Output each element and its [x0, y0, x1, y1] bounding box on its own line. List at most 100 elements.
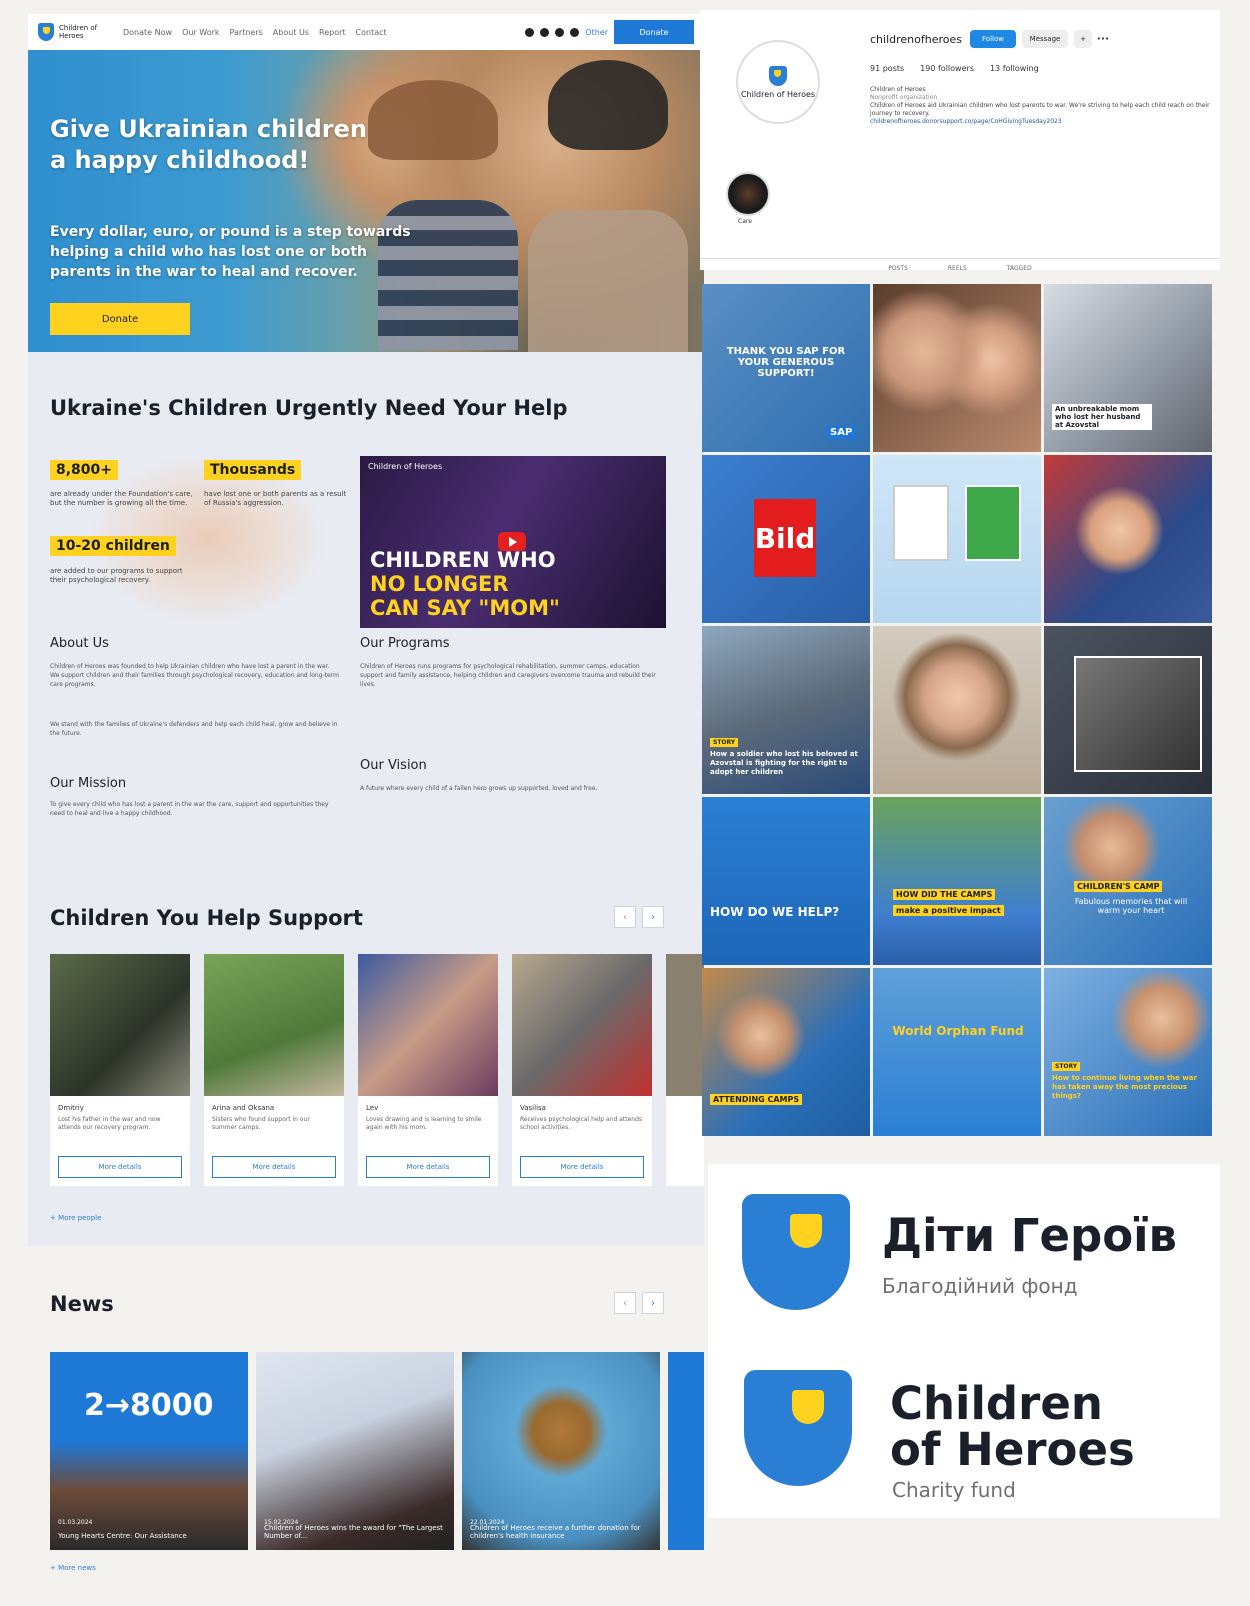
- archive-photo: [1074, 656, 1202, 772]
- ig-post[interactable]: [1044, 455, 1212, 623]
- hero-photo-girl: [528, 210, 688, 352]
- mission-text: To give every child who has lost a paren…: [50, 801, 329, 817]
- following-count[interactable]: 13 following: [990, 64, 1039, 73]
- post-caption: An unbreakable mom who lost her husband …: [1052, 404, 1152, 430]
- tab-reels[interactable]: REELS: [948, 265, 967, 272]
- youtube-icon[interactable]: [555, 27, 565, 37]
- urgent-title: Ukraine's Children Urgently Need Your He…: [50, 396, 568, 420]
- bio-category: Nonprofit organization: [870, 94, 938, 101]
- child-card: Dmitriy Lost his father in the war and n…: [50, 954, 190, 1186]
- followers-count[interactable]: 190 followers: [920, 64, 974, 73]
- stat-text: have lost one or both parents as a resul…: [204, 490, 347, 507]
- news-card-partial[interactable]: [668, 1352, 704, 1550]
- facebook-icon[interactable]: [525, 27, 535, 37]
- post-caption: HOW DO WE HELP?: [710, 905, 840, 919]
- photo-frame: [893, 485, 949, 561]
- news-title-text: Children of Heroes receive a further don…: [470, 1524, 641, 1540]
- post-caption: CHILDREN'S CAMP: [1074, 881, 1163, 892]
- ig-post[interactable]: STORY How a soldier who lost his beloved…: [702, 626, 870, 794]
- child-card: Vasilisa Receives psychological help and…: [512, 954, 652, 1186]
- mission-title: Our Mission: [50, 776, 127, 791]
- ig-post[interactable]: [873, 284, 1041, 452]
- ig-tabs: POSTS REELS TAGGED: [700, 258, 1220, 272]
- follow-button[interactable]: Follow: [970, 30, 1016, 48]
- support-title: Children You Help Support: [50, 906, 363, 930]
- ig-post[interactable]: Bild: [702, 455, 870, 623]
- child-name: Dmitriy: [58, 1104, 84, 1112]
- news-card[interactable]: 22.01.2024 Children of Heroes receive a …: [462, 1352, 660, 1550]
- ig-post[interactable]: STORY How to continue living when the wa…: [1044, 968, 1212, 1136]
- logo-en-subtitle: Charity fund: [892, 1478, 1016, 1502]
- vision-text: A future where every child of a fallen h…: [360, 785, 598, 792]
- ig-post[interactable]: ATTENDING CAMPS: [702, 968, 870, 1136]
- child-name: Vasilisa: [520, 1104, 546, 1112]
- tab-tagged[interactable]: TAGGED: [1007, 265, 1032, 272]
- about-text: Children of Heroes was founded to help U…: [50, 663, 339, 688]
- nav-link[interactable]: Report: [319, 28, 346, 37]
- nav-right: Other Donate: [525, 20, 694, 44]
- child-card: Lev Loves drawing and is learning to smi…: [358, 954, 498, 1186]
- post-caption: Fabulous memories that will warm your he…: [1074, 897, 1188, 915]
- bio-text: Children of Heroes aid Ukrainian childre…: [870, 102, 1210, 117]
- ig-post[interactable]: World Orphan Fund: [873, 968, 1041, 1136]
- more-details-button[interactable]: More details: [366, 1156, 490, 1178]
- nav-link[interactable]: Partners: [230, 28, 263, 37]
- news-title-text: Young Hearts Centre: Our Assistance: [58, 1532, 187, 1540]
- ig-post[interactable]: [873, 455, 1041, 623]
- next-arrow-icon[interactable]: ›: [642, 906, 664, 928]
- news-card[interactable]: 2→8000 01.03.2024 Young Hearts Centre: O…: [50, 1352, 248, 1550]
- shield-logo-icon: [769, 65, 787, 86]
- video-title-line: CAN SAY "MOM": [370, 596, 560, 620]
- nav-link[interactable]: About Us: [273, 28, 309, 37]
- profile-avatar[interactable]: Children of Heroes: [736, 40, 820, 124]
- sap-logo: SAP: [826, 426, 857, 439]
- language-switch[interactable]: Other: [585, 28, 608, 37]
- hero-donate-button[interactable]: Donate: [50, 303, 190, 335]
- message-button[interactable]: Message: [1022, 30, 1068, 48]
- youtube-video[interactable]: Children of Heroes CHILDREN WHO NO LONGE…: [360, 456, 666, 628]
- instagram-icon[interactable]: [540, 27, 550, 37]
- child-desc: Sisters who found support in our summer …: [212, 1116, 310, 1131]
- child-name: Lev: [366, 1104, 379, 1112]
- ig-post[interactable]: HOW DID THE CAMPS make a positive impact: [873, 797, 1041, 965]
- news-prev-arrow-icon[interactable]: ‹: [614, 1292, 636, 1314]
- nav-donate-button[interactable]: Donate: [614, 20, 694, 44]
- site-logo[interactable]: Children of Heroes: [38, 23, 99, 41]
- logo-ua-subtitle: Благодійний фонд: [882, 1274, 1078, 1298]
- about-text: We stand with the families of Ukraine's …: [50, 721, 338, 737]
- add-user-icon[interactable]: +: [1074, 30, 1092, 48]
- bild-logo: Bild: [754, 499, 816, 577]
- telegram-icon[interactable]: [570, 27, 580, 37]
- stat-value: Thousands: [204, 460, 302, 480]
- ig-post[interactable]: [1044, 626, 1212, 794]
- tab-posts[interactable]: POSTS: [888, 265, 908, 272]
- hero-banner: Give Ukrainian children a happy childhoo…: [28, 50, 704, 352]
- ig-post[interactable]: HOW DO WE HELP?: [702, 797, 870, 965]
- bio-link[interactable]: childrenofheroes.donorsupport.co/page/Co…: [870, 118, 1210, 126]
- story-highlight[interactable]: [726, 172, 770, 216]
- more-details-button[interactable]: More details: [58, 1156, 182, 1178]
- more-news-link[interactable]: + More news: [50, 1564, 96, 1572]
- news-title-text: Children of Heroes wins the award for "T…: [264, 1524, 443, 1540]
- child-name: Arina and Oksana: [212, 1104, 275, 1112]
- more-details-button[interactable]: More details: [520, 1156, 644, 1178]
- story-label: STORY: [1052, 1062, 1081, 1071]
- ig-post[interactable]: An unbreakable mom who lost her husband …: [1044, 284, 1212, 452]
- ig-post[interactable]: CHILDREN'S CAMP Fabulous memories that w…: [1044, 797, 1212, 965]
- ig-post[interactable]: THANK YOU SAP FOR YOUR GENEROUS SUPPORT!…: [702, 284, 870, 452]
- news-card[interactable]: 15.02.2024 Children of Heroes wins the a…: [256, 1352, 454, 1550]
- more-details-button[interactable]: More details: [212, 1156, 336, 1178]
- nav-link[interactable]: Contact: [356, 28, 387, 37]
- ig-post[interactable]: [873, 626, 1041, 794]
- news-next-arrow-icon[interactable]: ›: [642, 1292, 664, 1314]
- video-title-line: CHILDREN WHO: [370, 548, 556, 572]
- nav-link[interactable]: Donate Now: [123, 28, 172, 37]
- more-people-link[interactable]: + More people: [50, 1214, 101, 1222]
- prev-arrow-icon[interactable]: ‹: [614, 906, 636, 928]
- more-options-icon[interactable]: •••: [1096, 30, 1110, 48]
- drawing-frog: [965, 485, 1021, 561]
- child-card-partial: [666, 954, 704, 1186]
- programs-text: Children of Heroes runs programs for psy…: [360, 663, 656, 688]
- nav-link[interactable]: Our Work: [182, 28, 219, 37]
- child-desc: Lost his father in the war and now atten…: [58, 1116, 161, 1131]
